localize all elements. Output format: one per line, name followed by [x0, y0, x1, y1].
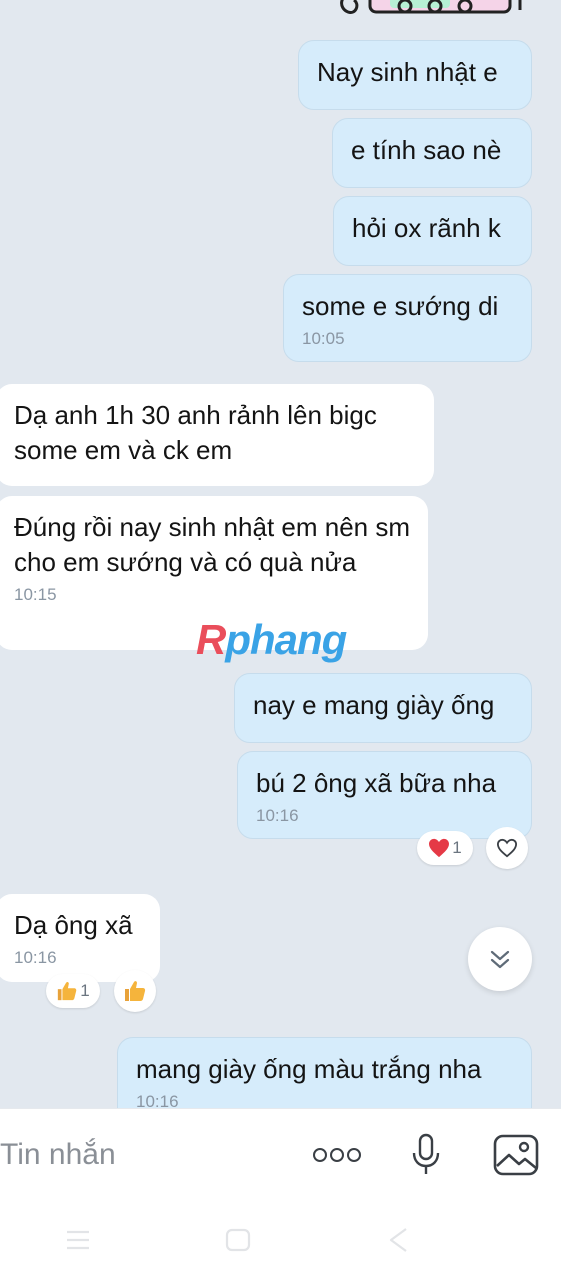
scroll-to-bottom-button[interactable]	[468, 927, 532, 991]
thumbs-up-icon	[58, 981, 77, 1001]
more-dots-icon	[313, 1148, 361, 1162]
message-text: Dạ anh 1h 30 anh rảnh lên bigc some em v…	[14, 400, 377, 465]
chat-area[interactable]: Nay sinh nhật e e tính sao nè hỏi ox rãn…	[0, 0, 561, 1108]
message-timestamp: 10:16	[14, 948, 57, 967]
add-reaction-button[interactable]	[486, 827, 528, 869]
watermark-logo: Rphang	[196, 616, 347, 663]
sticker-image[interactable]	[330, 0, 530, 22]
message-bubble-outgoing[interactable]: Nay sinh nhật e	[298, 40, 532, 110]
double-chevron-down-icon	[490, 950, 510, 969]
message-text: Đúng rồi nay sinh nhật em nên sm cho em …	[14, 512, 410, 577]
nav-home-button[interactable]	[216, 1220, 260, 1260]
message-text: Nay sinh nhật e	[317, 57, 498, 87]
add-reaction-button[interactable]	[114, 970, 156, 1012]
message-bubble-incoming[interactable]: Dạ ông xã 10:16	[0, 894, 160, 982]
nav-back-button[interactable]	[376, 1220, 420, 1260]
menu-lines-icon	[67, 1230, 89, 1250]
image-icon	[493, 1134, 539, 1176]
reaction-count: 1	[80, 981, 90, 1000]
message-composer	[0, 1108, 561, 1201]
message-input[interactable]	[0, 1135, 280, 1175]
more-options-button[interactable]	[310, 1137, 364, 1173]
reaction-badge[interactable]: 1	[46, 974, 100, 1008]
message-text: Dạ ông xã	[14, 910, 133, 940]
message-text: mang giày ống màu trắng nha	[136, 1054, 482, 1084]
message-bubble-outgoing[interactable]: nay e mang giày ống	[234, 673, 532, 743]
voice-message-button[interactable]	[404, 1129, 448, 1181]
nav-recent-apps-button[interactable]	[56, 1220, 100, 1260]
message-text: bú 2 ông xã bữa nha	[256, 768, 497, 798]
message-bubble-outgoing[interactable]: e tính sao nè	[332, 118, 532, 188]
home-square-icon	[225, 1228, 251, 1252]
system-navigation-bar	[0, 1200, 561, 1280]
message-timestamp: 10:16	[256, 806, 299, 825]
message-timestamp: 10:16	[136, 1092, 179, 1108]
message-bubble-incoming[interactable]: Dạ anh 1h 30 anh rảnh lên bigc some em v…	[0, 384, 434, 486]
message-timestamp: 10:15	[14, 585, 57, 604]
thumbs-up-icon	[125, 981, 146, 1001]
message-text: nay e mang giày ống	[253, 690, 495, 720]
message-bubble-outgoing[interactable]: mang giày ống màu trắng nha 10:16	[117, 1037, 532, 1108]
message-bubble-outgoing[interactable]: bú 2 ông xã bữa nha 10:16	[237, 751, 532, 839]
red-heart-icon	[429, 838, 450, 858]
reaction-badge[interactable]: 1	[417, 831, 473, 865]
message-timestamp: 10:05	[302, 329, 345, 348]
reaction-count: 1	[452, 838, 462, 857]
back-chevron-icon	[389, 1228, 407, 1252]
message-text: some e sướng di	[302, 291, 499, 321]
gallery-button[interactable]	[490, 1129, 542, 1181]
heart-outline-icon	[496, 838, 518, 858]
message-text: hỏi ox rãnh k	[352, 213, 501, 243]
message-bubble-outgoing[interactable]: hỏi ox rãnh k	[333, 196, 532, 266]
microphone-icon	[412, 1133, 440, 1174]
message-text: e tính sao nè	[351, 135, 502, 165]
message-bubble-outgoing[interactable]: some e sướng di 10:05	[283, 274, 532, 362]
